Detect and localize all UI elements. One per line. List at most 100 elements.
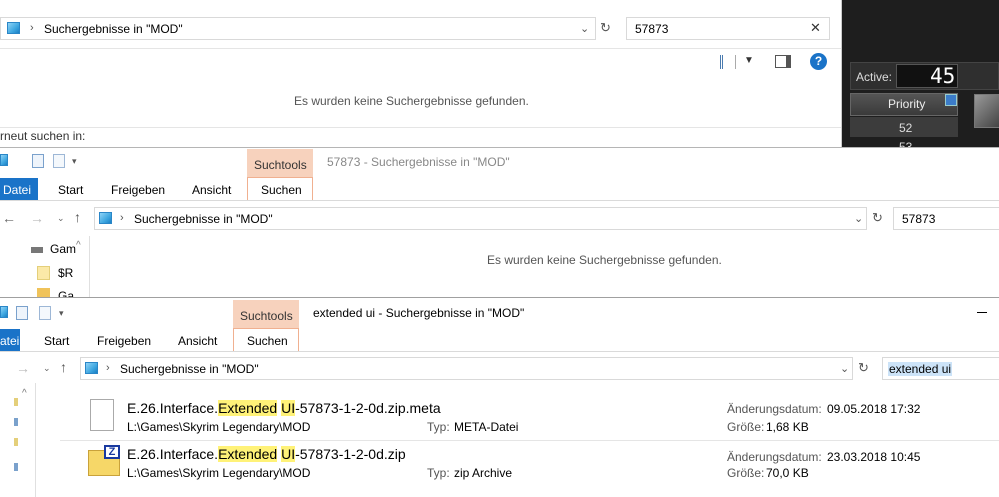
highlight: UI: [281, 400, 296, 416]
search-value: 57873: [635, 22, 669, 36]
tab-freigeben[interactable]: Freigeben: [97, 334, 151, 348]
type-value: zip Archive: [454, 466, 513, 480]
search-value: extended ui: [888, 362, 953, 376]
size-label: Größe:: [727, 420, 765, 434]
properties-icon[interactable]: [16, 306, 28, 320]
file-path: L:\Games\Skyrim Legendary\MOD: [127, 466, 311, 480]
up-icon[interactable]: ↑: [74, 209, 81, 225]
refresh-icon[interactable]: ↻: [858, 360, 869, 376]
preview-pane-icon[interactable]: [775, 55, 791, 68]
tab-ansicht[interactable]: Ansicht: [192, 183, 231, 197]
tab-suchen: Suchen: [261, 183, 302, 197]
refresh-icon[interactable]: ↻: [872, 210, 883, 226]
file-icon: [90, 399, 114, 431]
tab-ansicht[interactable]: Ansicht: [178, 334, 217, 348]
type-label: Typ:: [427, 466, 450, 480]
file-path: L:\Games\Skyrim Legendary\MOD: [127, 420, 311, 434]
tab-start[interactable]: Start: [58, 183, 83, 197]
divider: [60, 440, 999, 441]
highlight: Extended: [218, 400, 278, 416]
folder-icon: [37, 266, 50, 280]
folder-icon: [0, 306, 8, 318]
folder-icon: [37, 288, 50, 297]
date-value: 09.05.2018 17:32: [827, 402, 921, 416]
breadcrumb-separator-icon: ›: [120, 212, 124, 224]
nav-item-recycle[interactable]: $R: [58, 266, 73, 280]
nav-item-icon: [14, 398, 18, 406]
nav-item-icon: [14, 418, 18, 426]
active-value: 45: [930, 64, 956, 88]
divider: [0, 200, 999, 201]
size-value: 70,0 KB: [766, 466, 809, 480]
new-folder-icon[interactable]: [39, 306, 51, 320]
help-icon[interactable]: ?: [810, 53, 827, 70]
list-item[interactable]: Z E.26.Interface.Extended UI-57873-1-2-0…: [60, 442, 999, 486]
clear-search-icon[interactable]: ✕: [810, 20, 821, 36]
priority-header-label: Priority: [888, 97, 926, 111]
date-value: 23.03.2018 10:45: [827, 450, 921, 464]
window-title: extended ui - Suchergebnisse in "MOD": [313, 306, 525, 320]
up-icon[interactable]: ↑: [60, 359, 67, 375]
file-name-suffix: -57873-1-2-0d.zip: [295, 446, 406, 462]
tab-freigeben[interactable]: Freigeben: [111, 183, 165, 197]
recent-locations-icon[interactable]: ⌄: [57, 213, 65, 224]
explorer-window-1: › Suchergebnisse in "MOD" ⌄ ↻ 57873 ✕ ▼ …: [0, 0, 842, 147]
date-label: Änderungsdatum:: [727, 450, 822, 464]
type-value: META-Datei: [454, 420, 519, 434]
recent-locations-icon[interactable]: ⌄: [43, 363, 51, 374]
context-tab-label: Suchtools: [240, 309, 293, 323]
quick-access-dropdown-icon[interactable]: ▾: [59, 308, 64, 319]
tab-datei-label: atei: [0, 334, 20, 348]
breadcrumb[interactable]: Suchergebnisse in "MOD": [120, 362, 259, 376]
active-label: Active:: [856, 70, 893, 84]
size-label: Größe:: [727, 466, 765, 480]
view-dropdown-icon[interactable]: ▼: [744, 55, 754, 66]
chevron-down-icon[interactable]: ⌄: [840, 362, 849, 375]
date-label: Änderungsdatum:: [727, 402, 822, 416]
breadcrumb[interactable]: Suchergebnisse in "MOD": [134, 212, 273, 226]
chevron-down-icon[interactable]: ⌄: [580, 22, 589, 35]
back-icon[interactable]: ←: [2, 210, 16, 226]
chevron-down-icon[interactable]: ⌄: [854, 212, 863, 225]
navigation-pane: [0, 383, 36, 497]
context-tab-label: Suchtools: [254, 158, 307, 172]
tab-start[interactable]: Start: [44, 334, 69, 348]
tool-icon[interactable]: [974, 94, 999, 128]
background-app: Active: 45 Priority 52 53: [842, 0, 999, 154]
quick-access-dropdown-icon[interactable]: ▾: [72, 156, 77, 167]
highlight: UI: [281, 446, 296, 462]
forward-icon[interactable]: →: [30, 210, 44, 226]
highlight: Extended: [218, 446, 278, 462]
scroll-up-icon[interactable]: [945, 94, 957, 106]
new-folder-icon[interactable]: [53, 154, 65, 168]
scroll-up-icon[interactable]: ^: [76, 240, 81, 251]
explorer-window-3: ▾ Suchtools extended ui - Suchergebnisse…: [0, 297, 999, 497]
view-options-icon[interactable]: [720, 55, 736, 69]
refresh-icon[interactable]: ↻: [600, 20, 611, 36]
nav-item-icon: [14, 463, 18, 471]
nav-item-icon: [14, 438, 18, 446]
divider: [0, 351, 999, 352]
forward-icon[interactable]: →: [16, 360, 30, 376]
size-value: 1,68 KB: [766, 420, 809, 434]
window-title: 57873 - Suchergebnisse in "MOD": [327, 155, 510, 169]
search-again-label: rneut suchen in:: [0, 129, 86, 143]
priority-cell: 52: [899, 121, 913, 135]
minimize-button[interactable]: [977, 312, 987, 313]
file-name: E.26.Interface.Extended UI-57873-1-2-0d.…: [127, 400, 441, 416]
empty-message: Es wurden keine Suchergebnisse gefunden.: [294, 94, 529, 108]
breadcrumb-separator-icon: ›: [106, 362, 110, 374]
nav-item-drive[interactable]: Gam: [50, 242, 76, 256]
file-name-prefix: E.26.Interface.: [127, 446, 219, 462]
explorer-window-2: ▾ Suchtools 57873 - Suchergebnisse in "M…: [0, 147, 999, 297]
breadcrumb-separator-icon: ›: [30, 22, 34, 34]
file-name-suffix: -57873-1-2-0d.zip.meta: [295, 400, 441, 416]
properties-icon[interactable]: [32, 154, 44, 168]
type-label: Typ:: [427, 420, 450, 434]
breadcrumb[interactable]: Suchergebnisse in "MOD": [44, 22, 183, 36]
folder-icon: [99, 212, 112, 224]
tab-datei-label: Datei: [3, 183, 32, 197]
scroll-up-icon[interactable]: ^: [22, 388, 27, 399]
nav-item-games[interactable]: Ga: [58, 289, 74, 297]
list-item[interactable]: E.26.Interface.Extended UI-57873-1-2-0d.…: [60, 394, 999, 438]
